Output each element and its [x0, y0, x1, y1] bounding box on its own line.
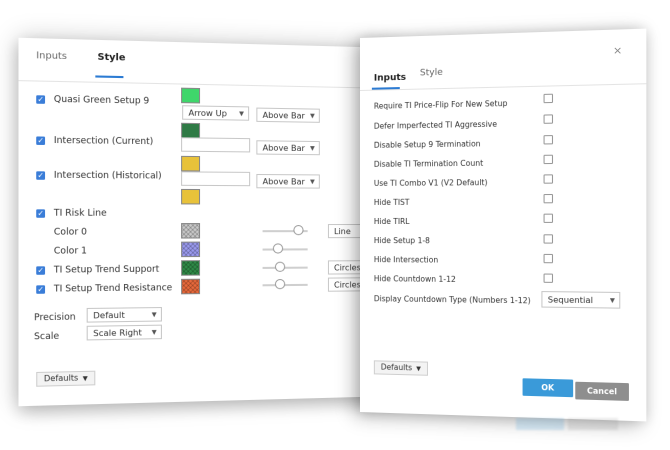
option-checkbox[interactable]	[543, 174, 554, 184]
chevron-down-icon: ▼	[239, 110, 244, 118]
color-0-slider-knob[interactable]	[293, 225, 304, 236]
option-checkbox[interactable]	[543, 193, 554, 204]
precision-dropdown[interactable]: Default ▼	[86, 306, 162, 323]
chevron-down-icon: ▼	[82, 375, 88, 383]
chevron-down-icon: ▼	[151, 328, 157, 337]
option-checkbox[interactable]	[543, 114, 554, 124]
scale-value: Scale Right	[93, 328, 142, 339]
trend-resistance-label: TI Setup Trend Resistance	[53, 283, 173, 295]
intersection-historical-color-swatch[interactable]	[181, 188, 201, 205]
color-1-swatch[interactable]	[181, 241, 201, 258]
option-label: Defer Imperfected TI Aggressive	[373, 119, 498, 131]
location-value-1: Above Bar	[262, 110, 305, 121]
style-defaults-button[interactable]: Defaults ▼	[36, 370, 96, 387]
option-checkbox[interactable]	[543, 253, 554, 264]
location-value-2: Above Bar	[262, 143, 305, 154]
option-label: Use TI Combo V1 (V2 Default)	[373, 177, 488, 188]
ok-button[interactable]: OK	[522, 378, 574, 398]
tab-style[interactable]: Style	[420, 68, 443, 79]
option-label: Hide TIST	[373, 197, 410, 207]
intersection-historical-label: Intersection (Historical)	[53, 170, 162, 182]
intersection-historical-checkbox[interactable]: ✓	[36, 171, 46, 180]
tab-divider	[360, 83, 647, 91]
option-label: Hide TIRL	[373, 216, 410, 227]
chevron-down-icon: ▼	[310, 112, 315, 120]
ti-risk-line-checkbox[interactable]: ✓	[36, 209, 46, 218]
option-checkbox[interactable]	[543, 135, 554, 145]
option-label: Hide Intersection	[373, 255, 439, 265]
scale-dropdown[interactable]: Scale Right ▼	[86, 324, 162, 341]
option-checkbox[interactable]	[543, 154, 554, 165]
cancel-button[interactable]: Cancel	[575, 381, 629, 401]
option-checkbox[interactable]	[543, 93, 554, 104]
trend-resistance-slider-knob[interactable]	[274, 278, 286, 290]
trend-support-swatch[interactable]	[181, 260, 201, 276]
precision-label: Precision	[33, 312, 76, 324]
tab-style[interactable]: Style	[98, 52, 126, 63]
quasi-green-label: Quasi Green Setup 9	[53, 94, 150, 107]
option-checkbox[interactable]	[543, 273, 554, 283]
display-countdown-dropdown[interactable]: Sequential ▼	[541, 291, 621, 309]
option-label: Require TI Price-Flip For New Setup	[373, 98, 508, 111]
location-dropdown-1[interactable]: Above Bar ▼	[256, 107, 320, 123]
quasi-green-checkbox[interactable]: ✓	[36, 95, 46, 104]
arrow-shape-dropdown[interactable]: Arrow Up ▼	[182, 105, 250, 121]
location-dropdown-2[interactable]: Above Bar ▼	[256, 140, 320, 156]
quasi-green-color-swatch[interactable]	[181, 87, 201, 104]
location-dropdown-3[interactable]: Above Bar ▼	[256, 173, 320, 189]
intersection-current-label: Intersection (Current)	[53, 135, 154, 148]
inputs-defaults-label: Defaults	[380, 362, 413, 373]
display-countdown-label: Display Countdown Type (Numbers 1-12)	[373, 294, 531, 306]
tab-inputs[interactable]: Inputs	[374, 73, 406, 84]
style-defaults-label: Defaults	[43, 373, 79, 384]
color-1-opacity-slider[interactable]	[262, 248, 308, 251]
trend-resistance-style-value: Circles	[334, 280, 361, 290]
option-label: Disable Setup 9 Termination	[373, 139, 481, 150]
trend-support-checkbox[interactable]: ✓	[36, 266, 46, 275]
arrow-color-swatch[interactable]	[181, 122, 201, 139]
intersection-current-input[interactable]	[181, 137, 251, 153]
chevron-down-icon: ▼	[416, 365, 421, 373]
option-label: Hide Countdown 1-12	[373, 274, 456, 284]
intersection-historical-input[interactable]	[181, 171, 251, 187]
chevron-down-icon: ▼	[151, 311, 157, 319]
scene: Inputs Style ✓ Quasi Green Setup 9 Arrow…	[0, 0, 670, 450]
option-checkbox[interactable]	[543, 234, 554, 244]
trend-support-slider-knob[interactable]	[274, 261, 286, 272]
tab-inputs[interactable]: Inputs	[36, 51, 67, 62]
intersection-current-checkbox[interactable]: ✓	[36, 136, 46, 145]
trend-resistance-swatch[interactable]	[181, 278, 201, 295]
inputs-defaults-button[interactable]: Defaults ▼	[373, 360, 428, 376]
chevron-down-icon: ▼	[609, 297, 615, 305]
style-dialog: Inputs Style ✓ Quasi Green Setup 9 Arrow…	[18, 37, 396, 407]
option-checkbox[interactable]	[543, 213, 554, 223]
chevron-down-icon: ▼	[310, 178, 315, 186]
cancel-button-reflection	[568, 418, 618, 430]
scale-label: Scale	[33, 331, 60, 343]
intersection-current-color-swatch[interactable]	[181, 155, 201, 172]
active-tab-indicator	[95, 75, 124, 79]
trend-resistance-checkbox[interactable]: ✓	[36, 285, 46, 294]
style-dialog-tabs: Inputs Style	[18, 38, 396, 84]
display-countdown-value: Sequential	[547, 295, 594, 306]
trend-support-style-value: Circles	[334, 263, 361, 273]
color-1-label: Color 1	[53, 246, 87, 257]
precision-value: Default	[93, 310, 125, 321]
trend-support-label: TI Setup Trend Support	[53, 264, 160, 276]
inputs-dialog: Inputs Style Require TI Price-Flip For N…	[360, 28, 647, 422]
color-0-label: Color 0	[53, 227, 87, 238]
ti-risk-line-label: TI Risk Line	[53, 208, 107, 219]
arrow-shape-value: Arrow Up	[188, 108, 227, 119]
color-0-swatch[interactable]	[181, 223, 201, 239]
location-value-3: Above Bar	[262, 177, 305, 187]
color-1-slider-knob[interactable]	[272, 243, 284, 254]
option-label: Hide Setup 1-8	[373, 236, 430, 246]
line-style-value: Line	[334, 227, 351, 237]
close-icon[interactable]: ×	[613, 44, 622, 57]
ok-button-reflection	[516, 418, 564, 430]
option-label: Disable TI Termination Count	[373, 158, 484, 169]
chevron-down-icon: ▼	[310, 144, 315, 153]
